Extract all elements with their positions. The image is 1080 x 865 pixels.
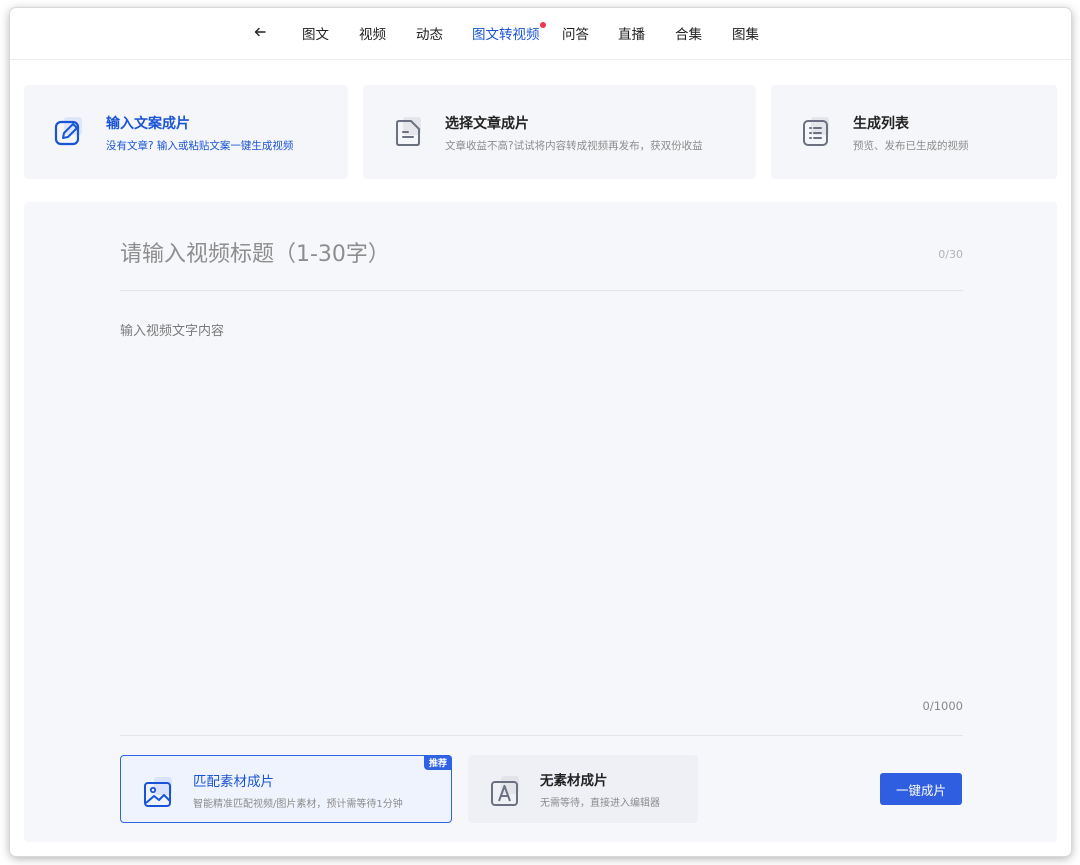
mode-subtitle: 智能精准匹配视频/图片素材，预计需等待1分钟 (193, 799, 403, 810)
nav-tab-label: 图文转视频 (472, 27, 540, 43)
notification-dot (539, 22, 546, 28)
nav-tab-collection[interactable]: 合集 (675, 23, 702, 43)
divider (120, 290, 963, 291)
card-title: 选择文章成片 (445, 116, 529, 132)
mode-title: 无素材成片 (540, 773, 608, 789)
app-window: 图文 视频 动态 图文转视频 问答 直播 合集 图集 输入文案成片 没有文章? … (10, 8, 1071, 856)
card-subtitle: 没有文章? 输入或粘贴文案一键生成视频 (106, 140, 294, 152)
recommend-badge: 推荐 (423, 755, 452, 770)
nav-tab-video[interactable]: 视频 (359, 23, 386, 43)
nav-tab-live[interactable]: 直播 (618, 23, 645, 43)
article-icon (396, 117, 421, 146)
card-title: 生成列表 (853, 116, 909, 132)
mode-subtitle: 无需等待，直接进入编辑器 (540, 798, 660, 809)
nav-tab-moment[interactable]: 动态 (416, 23, 443, 43)
content-char-count: 0/1000 (922, 699, 963, 713)
title-char-count: 0/30 (938, 248, 963, 261)
edit-icon (54, 117, 82, 146)
divider (120, 735, 963, 736)
nav-tab-graphic[interactable]: 图文 (302, 23, 329, 43)
nav-tab-gallery[interactable]: 图集 (732, 23, 759, 43)
nav-tab-qa[interactable]: 问答 (562, 23, 589, 43)
card-subtitle: 预览、发布已生成的视频 (853, 140, 969, 152)
image-icon (144, 777, 172, 807)
card-generated-list[interactable]: 生成列表 预览、发布已生成的视频 (771, 85, 1057, 179)
card-select-article[interactable]: 选择文章成片 文章收益不高?试试将内容转成视频再发布，获双份收益 (363, 85, 756, 179)
card-title: 输入文案成片 (106, 116, 190, 132)
generate-video-button[interactable]: 一键成片 (880, 773, 962, 805)
video-title-input[interactable] (120, 234, 880, 274)
card-input-text[interactable]: 输入文案成片 没有文章? 输入或粘贴文案一键生成视频 (24, 85, 348, 179)
video-content-textarea[interactable] (120, 320, 963, 690)
nav-tab-article-to-video[interactable]: 图文转视频 (472, 22, 546, 43)
back-arrow-icon[interactable] (252, 24, 268, 40)
list-icon (803, 117, 829, 146)
mode-match-material[interactable]: 匹配素材成片 智能精准匹配视频/图片素材，预计需等待1分钟 推荐 (120, 755, 452, 823)
video-editor-panel: 0/30 0/1000 匹配素材成片 智能精准匹配视频/图片素材，预计需等待1分… (24, 202, 1057, 842)
mode-title: 匹配素材成片 (193, 774, 274, 790)
card-subtitle: 文章收益不高?试试将内容转成视频再发布，获双份收益 (445, 140, 703, 152)
mode-no-material[interactable]: 无素材成片 无需等待，直接进入编辑器 (468, 755, 698, 823)
text-a-icon (491, 776, 519, 806)
top-navigation: 图文 视频 动态 图文转视频 问答 直播 合集 图集 (10, 8, 1071, 60)
